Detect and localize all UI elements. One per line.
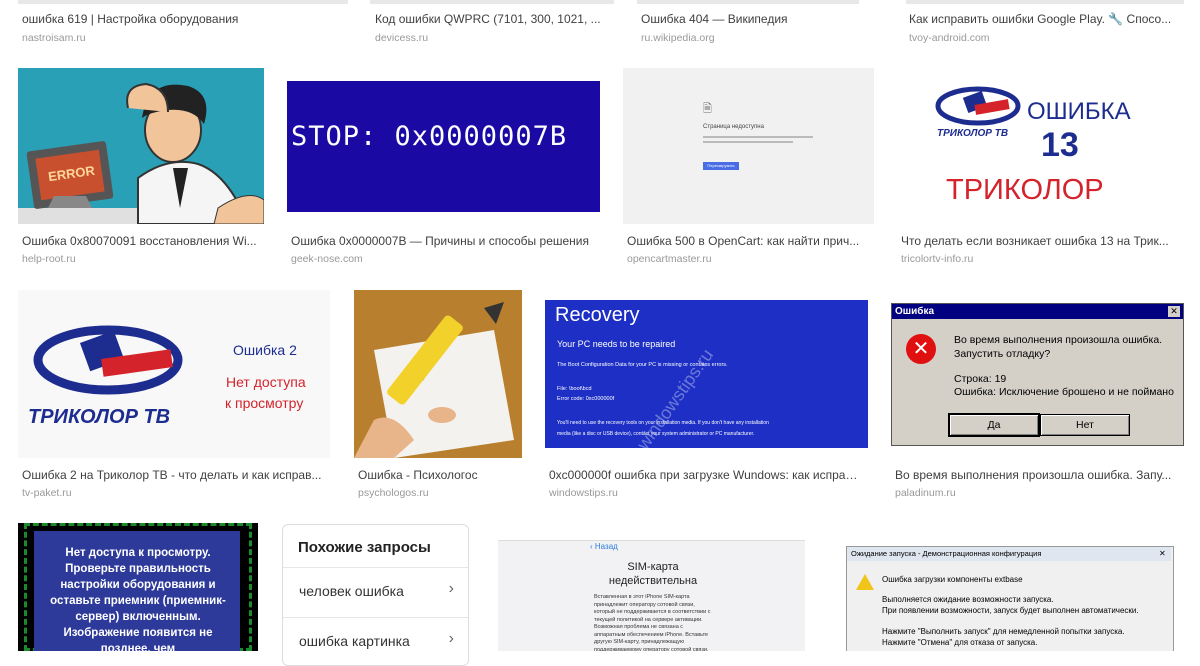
- result-domain: opencartmaster.ru: [627, 253, 712, 265]
- chevron-right-icon: ›: [448, 630, 454, 647]
- dialog-title: Ошибка: [892, 304, 1183, 319]
- thumb-bsod-stop[interactable]: STOP: 0x0000007B: [287, 81, 600, 212]
- result-domain: tv-paket.ru: [22, 487, 72, 499]
- recovery-title: Recovery: [555, 304, 640, 326]
- related-title: Похожие запросы: [298, 539, 431, 556]
- tricolor-logo-text: ТРИКОЛОР ТВ: [28, 406, 171, 428]
- related-queries-panel: Похожие запросы человек ошибка › ошибка …: [282, 524, 469, 666]
- result-domain: nastroisam.ru: [22, 32, 86, 44]
- dialog-line: Строка: 19: [954, 373, 1007, 385]
- thumb-error-dialog[interactable]: Ошибка ✕ ✕ Во время выполнения произошла…: [891, 303, 1184, 446]
- thumb-launch-waiting[interactable]: Ожидание запуска - Демонстрационная конф…: [836, 524, 1184, 651]
- sim-body: Вставленная в этот iPhone SIM-карта прин…: [594, 594, 711, 651]
- result-domain: help-root.ru: [22, 253, 76, 265]
- result-caption[interactable]: Ошибка 0x0000007B — Причины и способы ре…: [291, 234, 601, 248]
- launch-line: Ошибка загрузки компоненты extbase: [882, 575, 1023, 584]
- page-icon: 🗎: [703, 103, 712, 115]
- dialog-line: Ошибка: Исключение брошено и не поймано: [954, 386, 1174, 398]
- to-viewing-text: к просмотру: [225, 395, 304, 411]
- result-domain: tricolortv-info.ru: [901, 253, 974, 265]
- sim-title: SIM-карта недействительна: [608, 561, 698, 587]
- text-line: [703, 136, 813, 138]
- launch-line: Выполняется ожидание возможности запуска…: [882, 595, 1054, 604]
- related-item-label: человек ошибка: [299, 583, 404, 599]
- result-caption[interactable]: Ошибка 500 в OpenCart: как найти прич...: [627, 234, 867, 248]
- error-word: Ошибка 2: [233, 342, 297, 358]
- related-item-label: ошибка картинка: [299, 633, 410, 649]
- back-link: ‹ Назад: [590, 542, 618, 551]
- launch-line: При появлении возможности, запуск будет …: [882, 606, 1139, 615]
- close-icon: ✕: [1159, 549, 1166, 558]
- result-caption[interactable]: ошибка 619 | Настройка оборудования: [22, 12, 352, 26]
- tricolor-logo-icon: [935, 86, 1021, 126]
- result-caption[interactable]: Ошибка 404 — Википедия: [641, 12, 861, 26]
- launch-line: Нажмите "Отмена" для отказа от запуска.: [882, 638, 1038, 647]
- thumb-tv-no-access[interactable]: Нет доступа к просмотру. Проверьте прави…: [18, 523, 258, 651]
- warning-icon: [856, 574, 874, 590]
- result-caption[interactable]: 0xc000000f ошибка при загрузке Wundows: …: [549, 468, 861, 482]
- result-domain: devicess.ru: [375, 32, 429, 44]
- dialog-line: Во время выполнения произошла ошибка.: [954, 334, 1163, 346]
- yes-button: Да: [948, 413, 1040, 437]
- tv-message: Нет доступа к просмотру. Проверьте прави…: [50, 547, 226, 651]
- related-item[interactable]: человек ошибка ›: [283, 567, 468, 616]
- thumb-pencil[interactable]: [354, 290, 522, 458]
- thumb-top-1[interactable]: [18, 0, 348, 4]
- thumb-top-3[interactable]: [637, 0, 859, 4]
- thumb-top-2[interactable]: [370, 0, 614, 4]
- recovery-subtitle: Your PC needs to be repaired: [557, 339, 676, 349]
- thumb-tricolor-13[interactable]: ТРИКОЛОР ТВ ОШИБКА 13 ТРИКОЛОР: [897, 68, 1184, 224]
- result-domain: ru.wikipedia.org: [641, 32, 715, 44]
- dialog-line: Запустить отладку?: [954, 348, 1051, 360]
- launch-line: Нажмите "Выполнить запуск" для немедленн…: [882, 627, 1125, 636]
- recovery-line: Error code: 0xc000000f: [557, 396, 615, 402]
- reload-button: Перезагрузить: [703, 162, 739, 170]
- no-button: Нет: [1040, 414, 1130, 436]
- tricolor-word: ТРИКОЛОР: [946, 174, 1104, 206]
- result-domain: psychologos.ru: [358, 487, 429, 499]
- thumb-sim-invalid[interactable]: ‹ Назад SIM-карта недействительна Вставл…: [490, 524, 813, 651]
- launch-title: Ожидание запуска - Демонстрационная конф…: [847, 547, 1171, 561]
- related-item[interactable]: ошибка картинка ›: [283, 617, 468, 666]
- close-icon: ✕: [1168, 306, 1180, 317]
- result-domain: geek-nose.com: [291, 253, 363, 265]
- thumb-recovery[interactable]: Recovery Your PC needs to be repaired Th…: [545, 300, 868, 448]
- result-caption[interactable]: Код ошибки QWPRC (7101, 300, 1021, ...: [375, 12, 615, 26]
- result-caption[interactable]: Ошибка - Психологос: [358, 468, 522, 482]
- tricolor-logo-text: ТРИКОЛОР ТВ: [937, 128, 1009, 139]
- recovery-line: File: \boot\bcd: [557, 386, 592, 392]
- chevron-right-icon: ›: [448, 580, 454, 597]
- result-domain: tvoy-android.com: [909, 32, 990, 44]
- result-caption[interactable]: Ошибка 0x80070091 восстановления Wi...: [22, 234, 262, 248]
- pencil-illustration: [354, 302, 514, 458]
- result-caption[interactable]: Что делать если возникает ошибка 13 на Т…: [901, 234, 1177, 248]
- thumb-tricolor-2[interactable]: ТРИКОЛОР ТВ Ошибка 2 Нет доступа к просм…: [18, 290, 330, 458]
- result-domain: paladinum.ru: [895, 487, 956, 499]
- stressed-man-illustration: [18, 82, 264, 224]
- result-caption[interactable]: Во время выполнения произошла ошибка. За…: [895, 468, 1177, 482]
- thumb-stressed-man[interactable]: ERROR: [18, 68, 264, 224]
- error-word: ОШИБКА: [1027, 98, 1131, 125]
- tricolor-logo-icon: [33, 325, 183, 395]
- result-domain: windowstips.ru: [549, 487, 618, 499]
- stop-code-text: STOP: 0x0000007B: [291, 121, 568, 152]
- unavailable-title: Страница недоступна: [703, 124, 764, 130]
- error-icon: ✕: [906, 334, 936, 364]
- error-number: 13: [1041, 126, 1079, 164]
- result-caption[interactable]: Ошибка 2 на Триколор ТВ - что делать и к…: [22, 468, 330, 482]
- thumb-top-4[interactable]: [906, 0, 1184, 4]
- no-access-text: Нет доступа: [226, 374, 306, 390]
- thumb-page-unavailable[interactable]: 🗎 Страница недоступна Перезагрузить: [623, 68, 874, 224]
- text-line: [703, 141, 793, 143]
- result-caption[interactable]: Как исправить ошибки Google Play. 🔧 Спос…: [909, 12, 1189, 26]
